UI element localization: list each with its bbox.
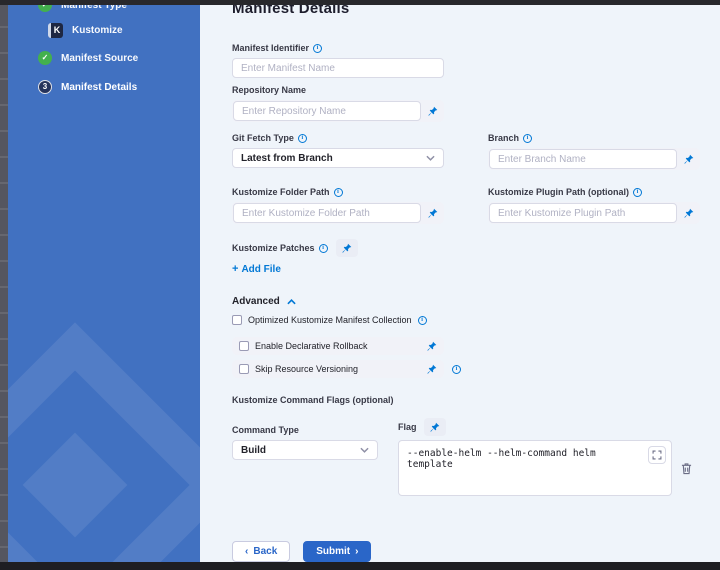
chevron-down-icon: [426, 155, 435, 161]
runtime-input-pin-icon[interactable]: [420, 336, 442, 356]
kustomize-logo-icon: K: [48, 23, 63, 38]
info-icon[interactable]: i: [298, 134, 307, 143]
flag-label: Flag: [398, 422, 417, 433]
check-icon: ✓: [38, 51, 52, 65]
manifest-details-panel: Manifest Details Manifest Identifier i R…: [200, 5, 720, 562]
sidebar-item-label: Manifest Type: [61, 5, 127, 11]
back-chevron-icon: ‹: [245, 547, 248, 557]
runtime-input-pin-icon[interactable]: [336, 239, 358, 257]
forward-chevron-icon: ›: [355, 547, 358, 557]
optimized-kustomize-collection-row: Optimized Kustomize Manifest Collection …: [232, 315, 700, 325]
info-icon[interactable]: i: [313, 44, 322, 53]
info-icon[interactable]: i: [418, 316, 427, 325]
branch-input[interactable]: [489, 149, 677, 169]
harness-logo-watermark: [8, 360, 200, 562]
flag-input[interactable]: --enable-helm --helm-command helm templa…: [398, 440, 672, 496]
info-icon[interactable]: i: [319, 244, 328, 253]
submit-button[interactable]: Submit ›: [303, 541, 371, 562]
page-title: Manifest Details: [232, 5, 700, 17]
plus-icon: +: [232, 263, 238, 275]
sidebar-item-label: Manifest Details: [61, 82, 137, 93]
info-icon[interactable]: i: [334, 188, 343, 197]
skip-resource-versioning-row: Skip Resource Versioning: [232, 360, 444, 378]
kustomize-folder-path-input[interactable]: [233, 203, 421, 223]
screen-left-edge: [0, 0, 8, 570]
screen-top-edge: [0, 0, 720, 5]
runtime-input-pin-icon[interactable]: [677, 149, 699, 169]
info-icon[interactable]: i: [523, 134, 532, 143]
manifest-identifier-input[interactable]: [232, 58, 444, 78]
info-icon[interactable]: i: [633, 188, 642, 197]
runtime-input-pin-icon[interactable]: [677, 203, 699, 223]
chevron-down-icon: [360, 447, 369, 453]
screen-bottom-edge: [0, 562, 720, 570]
sidebar-item-label: Manifest Source: [61, 53, 138, 64]
optimized-kustomize-collection-checkbox[interactable]: [232, 315, 242, 325]
advanced-section-toggle[interactable]: Advanced: [232, 296, 296, 307]
manifest-identifier-label: Manifest Identifier i: [232, 43, 444, 54]
sidebar-item-label: Kustomize: [72, 25, 123, 36]
kustomize-plugin-path-label: Kustomize Plugin Path (optional) i: [488, 187, 700, 198]
skip-resource-versioning-checkbox[interactable]: [239, 364, 249, 374]
repository-name-input[interactable]: [233, 101, 421, 121]
chevron-up-icon: [287, 299, 296, 305]
branch-label: Branch i: [488, 133, 700, 144]
git-fetch-type-select[interactable]: Latest from Branch: [232, 148, 444, 168]
repository-name-label: Repository Name: [232, 85, 700, 96]
runtime-input-pin-icon[interactable]: [420, 359, 442, 379]
enable-declarative-rollback-row: Enable Declarative Rollback: [232, 337, 444, 355]
sidebar-item-kustomize[interactable]: K Kustomize: [48, 23, 200, 38]
info-icon[interactable]: i: [452, 365, 461, 374]
sidebar-item-manifest-type[interactable]: ✓ Manifest Type: [38, 5, 200, 12]
runtime-input-pin-icon[interactable]: [421, 101, 443, 121]
sidebar-item-manifest-details[interactable]: 3 Manifest Details: [38, 80, 200, 94]
enable-declarative-rollback-checkbox[interactable]: [239, 341, 249, 351]
kustomize-plugin-path-input[interactable]: [489, 203, 677, 223]
back-button[interactable]: ‹ Back: [232, 541, 290, 562]
wizard-step-sidebar: ✓ Manifest Type K Kustomize ✓ Manifest S…: [8, 5, 200, 562]
check-icon: ✓: [38, 5, 52, 12]
expand-icon[interactable]: [648, 446, 666, 464]
trash-icon[interactable]: [681, 462, 692, 476]
sidebar-item-manifest-source[interactable]: ✓ Manifest Source: [38, 51, 200, 65]
runtime-input-pin-icon[interactable]: [424, 418, 446, 436]
add-file-button[interactable]: + Add File: [232, 263, 281, 275]
runtime-input-pin-icon[interactable]: [421, 203, 443, 223]
kustomize-patches-label: Kustomize Patches i: [232, 243, 328, 254]
command-type-label: Command Type: [232, 425, 299, 436]
kustomize-command-flags-label: Kustomize Command Flags (optional): [232, 395, 700, 405]
command-type-select[interactable]: Build: [232, 440, 378, 460]
git-fetch-type-label: Git Fetch Type i: [232, 133, 444, 144]
step-number-icon: 3: [38, 80, 52, 94]
kustomize-folder-path-label: Kustomize Folder Path i: [232, 187, 444, 198]
